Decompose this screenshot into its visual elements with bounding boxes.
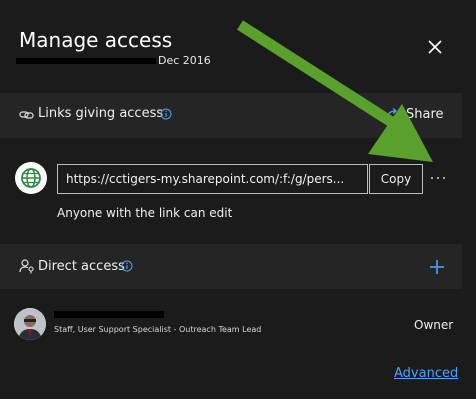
copy-label: Copy bbox=[380, 172, 412, 186]
info-icon[interactable] bbox=[160, 108, 172, 120]
links-section-label: Links giving access bbox=[38, 106, 164, 121]
close-button[interactable] bbox=[424, 36, 446, 58]
links-giving-access-section: Links giving access Share bbox=[0, 93, 462, 138]
direct-access-label: Direct access bbox=[38, 259, 125, 274]
person-key-icon bbox=[19, 259, 34, 274]
link-icon bbox=[19, 111, 34, 119]
share-icon bbox=[384, 108, 398, 122]
redaction-bar bbox=[16, 58, 156, 64]
user-photo bbox=[14, 308, 46, 340]
subtitle-date: Dec 2016 bbox=[158, 54, 211, 67]
manage-access-panel: Manage access Dec 2016 Links giving acce… bbox=[0, 0, 476, 399]
copy-button[interactable]: Copy bbox=[369, 164, 423, 194]
avatar bbox=[14, 308, 46, 340]
globe-badge bbox=[15, 162, 47, 194]
add-direct-access-button[interactable] bbox=[428, 258, 446, 276]
direct-access-section: Direct access bbox=[0, 244, 462, 289]
share-label: Share bbox=[406, 107, 444, 122]
share-link-field[interactable]: https://cctigers-my.sharepoint.com/:f:/g… bbox=[57, 164, 368, 194]
user-name-redaction bbox=[54, 311, 164, 318]
page-title: Manage access bbox=[19, 28, 173, 52]
share-link-url: https://cctigers-my.sharepoint.com/:f:/g… bbox=[66, 172, 345, 186]
add-icon bbox=[430, 260, 444, 274]
more-options-icon bbox=[431, 177, 445, 179]
close-icon bbox=[428, 40, 442, 54]
more-options-button[interactable] bbox=[428, 168, 448, 188]
globe-icon bbox=[21, 168, 41, 188]
permission-owner: Owner bbox=[414, 318, 454, 332]
info-icon[interactable] bbox=[121, 260, 133, 272]
link-permission-description: Anyone with the link can edit bbox=[57, 206, 233, 220]
advanced-link[interactable]: Advanced bbox=[394, 366, 458, 381]
user-role: Staff, User Support Specialist - Outreac… bbox=[54, 325, 262, 334]
